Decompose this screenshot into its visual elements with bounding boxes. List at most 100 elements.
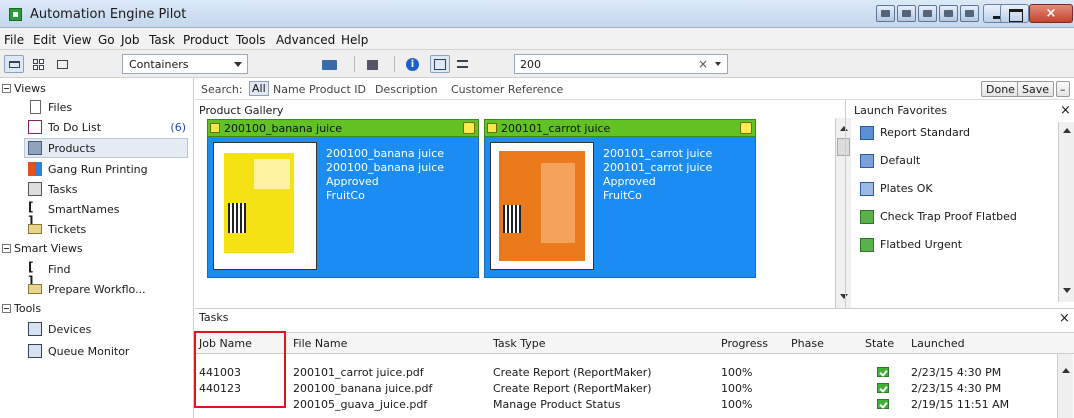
check-trap-icon	[860, 210, 874, 224]
close-tasks-icon[interactable]: ×	[1059, 311, 1070, 326]
menu-view[interactable]: View	[63, 33, 91, 47]
product-checkbox-icon[interactable]	[210, 123, 220, 133]
product-card-carrot[interactable]: 200101_carrot juice 200101_carrot juice …	[484, 119, 756, 278]
menu-task[interactable]: Task	[149, 33, 175, 47]
sidebar-item-files[interactable]: Files	[28, 98, 192, 118]
scroll-up-icon[interactable]	[1063, 128, 1071, 133]
col-task-type[interactable]: Task Type	[493, 337, 546, 350]
menu-edit[interactable]: Edit	[33, 33, 56, 47]
gallery-toggle-button[interactable]	[430, 55, 450, 73]
launch-favorites-title: Launch Favorites	[854, 104, 948, 117]
window-title: Automation Engine Pilot	[30, 7, 187, 22]
col-progress[interactable]: Progress	[721, 337, 768, 350]
state-ok-icon	[877, 399, 889, 409]
sidebar-item-to-do-list[interactable]: To Do List (6)	[28, 118, 192, 138]
new-product-button[interactable]	[362, 55, 386, 73]
file-name-cell: 200101_carrot juice.pdf	[293, 366, 424, 379]
devices-icon	[28, 322, 42, 336]
progress-cell: 100%	[721, 366, 753, 379]
folder-add-icon	[322, 60, 337, 70]
progress-cell: 100%	[721, 382, 753, 395]
label-panel	[254, 159, 290, 189]
filter-description[interactable]: Description	[375, 83, 438, 96]
report-icon	[860, 126, 874, 140]
sidebar-item-products[interactable]: Products	[24, 138, 188, 158]
preview-view-button[interactable]	[52, 55, 72, 73]
sidebar-item-devices[interactable]: Devices	[28, 320, 192, 340]
prepare-workflow-icon	[28, 284, 42, 294]
done-button[interactable]: Done	[981, 81, 1020, 97]
menu-tools[interactable]: Tools	[236, 33, 266, 47]
collapse-icon	[2, 244, 11, 253]
mode-toggle-icon-2[interactable]	[897, 5, 916, 22]
menu-job[interactable]: Job	[121, 33, 140, 47]
scroll-up-icon[interactable]	[1062, 368, 1070, 373]
menu-file[interactable]: File	[4, 33, 24, 47]
filter-customer-reference[interactable]: Customer Reference	[451, 83, 563, 96]
mode-toggle-icon-1[interactable]	[876, 5, 895, 22]
product-card-banana[interactable]: 200100_banana juice 200100_banana juice …	[207, 119, 479, 278]
state-ok-icon	[877, 383, 889, 393]
toolbar: Containers i 200 ×	[0, 50, 1074, 78]
sidebar-item-prepare-workflow[interactable]: Prepare Workflo...	[28, 280, 192, 300]
menu-go[interactable]: Go	[98, 33, 115, 47]
collapse-icon	[2, 84, 11, 93]
sidebar-item-tasks[interactable]: Tasks	[28, 180, 192, 200]
sidebar-item-smartnames[interactable]: [ ] SmartNames	[28, 200, 192, 228]
scroll-down-icon[interactable]	[1063, 288, 1071, 293]
search-history-chevron-icon[interactable]	[715, 62, 721, 66]
table-row[interactable]: 440123 200100_banana juice.pdf Create Re…	[195, 382, 1057, 396]
launch-scrollbar[interactable]	[1058, 122, 1074, 302]
col-phase[interactable]: Phase	[791, 337, 824, 350]
container-select[interactable]: Containers	[122, 54, 248, 74]
table-row[interactable]: 441003 200101_carrot juice.pdf Create Re…	[195, 366, 1057, 380]
grid-view-button[interactable]	[28, 55, 48, 73]
progress-cell: 100%	[721, 398, 753, 411]
product-status: Approved	[603, 175, 656, 188]
col-launched[interactable]: Launched	[911, 337, 965, 350]
tasks-scrollbar[interactable]	[1057, 354, 1073, 418]
sidebar-item-find[interactable]: [ ] Find	[28, 260, 192, 288]
col-file-name[interactable]: File Name	[293, 337, 347, 350]
gallery-icon	[434, 59, 446, 70]
sidebar-item-gang-run-printing[interactable]: Gang Run Printing	[28, 160, 192, 180]
sidebar-item-tickets[interactable]: Tickets	[28, 220, 192, 240]
filter-name[interactable]: Name	[273, 83, 305, 96]
mode-toggle-icon-5[interactable]	[960, 5, 979, 22]
launched-cell: 2/19/15 11:51 AM	[911, 398, 1010, 411]
queue-monitor-icon	[28, 344, 42, 358]
clear-search-icon[interactable]: ×	[698, 57, 708, 71]
close-launch-favorites-icon[interactable]: ×	[1060, 103, 1071, 118]
mode-toggle-icon-4[interactable]	[939, 5, 958, 22]
menu-help[interactable]: Help	[341, 33, 368, 47]
collapse-search-button[interactable]: –	[1056, 81, 1070, 97]
product-card-header: 200100_banana juice	[207, 119, 479, 137]
close-button[interactable]: ×	[1029, 4, 1073, 23]
details-toggle-button[interactable]	[452, 55, 472, 73]
sidebar-item-queue-monitor[interactable]: Queue Monitor	[28, 342, 192, 362]
preview-view-icon	[57, 60, 68, 69]
views-section-header[interactable]: Views	[2, 82, 46, 95]
tasks-title: Tasks	[199, 311, 229, 324]
col-state[interactable]: State	[865, 337, 894, 350]
info-icon: i	[406, 58, 419, 71]
list-view-button[interactable]	[4, 55, 24, 73]
save-button[interactable]: Save	[1017, 81, 1055, 97]
mode-toggle-icon-3[interactable]	[918, 5, 937, 22]
tools-section-header[interactable]: Tools	[2, 302, 41, 315]
app-icon	[9, 8, 22, 21]
product-description: 200101_carrot juice	[603, 161, 713, 174]
filter-product-id[interactable]: Product ID	[309, 83, 366, 96]
maximize-button[interactable]	[1000, 4, 1029, 23]
menu-product[interactable]: Product	[183, 33, 229, 47]
menu-advanced[interactable]: Advanced	[276, 33, 335, 47]
search-input[interactable]: 200 ×	[514, 54, 728, 74]
product-status: Approved	[326, 175, 379, 188]
smart-views-section-header[interactable]: Smart Views	[2, 242, 83, 255]
filter-all[interactable]: All	[249, 81, 269, 96]
new-container-button[interactable]	[318, 55, 346, 73]
product-checkbox-icon[interactable]	[487, 123, 497, 133]
table-row[interactable]: 200105_guava_juice.pdf Manage Product St…	[195, 398, 1057, 412]
info-button[interactable]: i	[402, 55, 422, 73]
job-name-highlight	[194, 331, 286, 408]
